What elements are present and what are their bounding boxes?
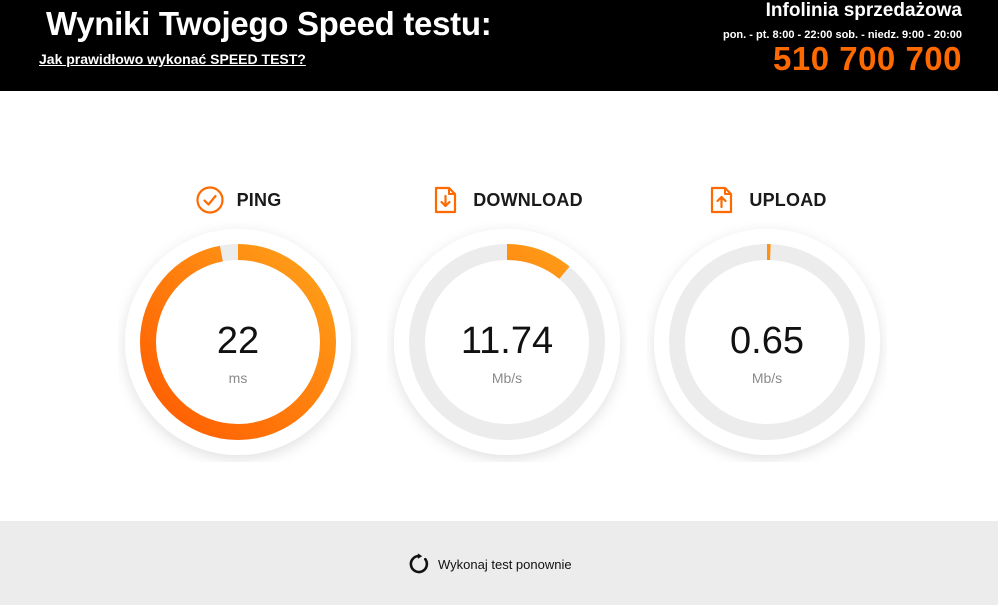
upload-label: UPLOAD (749, 189, 827, 210)
upload-gauge: 0.65 Mb/s (647, 222, 887, 462)
ping-value: 22 (216, 320, 260, 362)
download-value: 11.74 (460, 320, 554, 362)
download-unit: Mb/s (491, 370, 523, 386)
speedtest-howto-link[interactable]: Jak prawidłowo wykonać SPEED TEST? (39, 51, 306, 67)
upload-unit: Mb/s (751, 370, 783, 386)
hotline-title: Infolinia sprzedażowa (765, 0, 962, 21)
download-header: DOWNLOAD (387, 180, 627, 220)
ping-unit: ms (228, 370, 248, 386)
sales-hotline: Infolinia sprzedażowa pon. - pt. 8:00 - … (723, 0, 962, 76)
upload-value: 0.65 (730, 320, 804, 362)
upload-header: UPLOAD (647, 180, 887, 220)
download-gauge: 11.74 Mb/s (387, 222, 627, 462)
upload-file-icon (711, 186, 733, 214)
retest-label: Wykonaj test ponownie (438, 556, 572, 572)
download-label: DOWNLOAD (473, 189, 583, 210)
hotline-phone-number[interactable]: 510 700 700 (723, 42, 962, 76)
refresh-icon (409, 553, 429, 574)
ping-gauge: 22 ms (118, 222, 358, 462)
header-bar: Wyniki Twojego Speed testu: Jak prawidło… (0, 0, 998, 91)
download-file-icon (435, 186, 457, 214)
page-title: Wyniki Twojego Speed testu: (46, 5, 492, 42)
retest-button[interactable]: Wykonaj test ponownie (408, 552, 572, 576)
ping-header: PING (118, 180, 358, 220)
ping-label: PING (236, 189, 282, 210)
clock-icon (195, 186, 224, 214)
footer-bar: Wykonaj test ponownie (0, 521, 998, 605)
